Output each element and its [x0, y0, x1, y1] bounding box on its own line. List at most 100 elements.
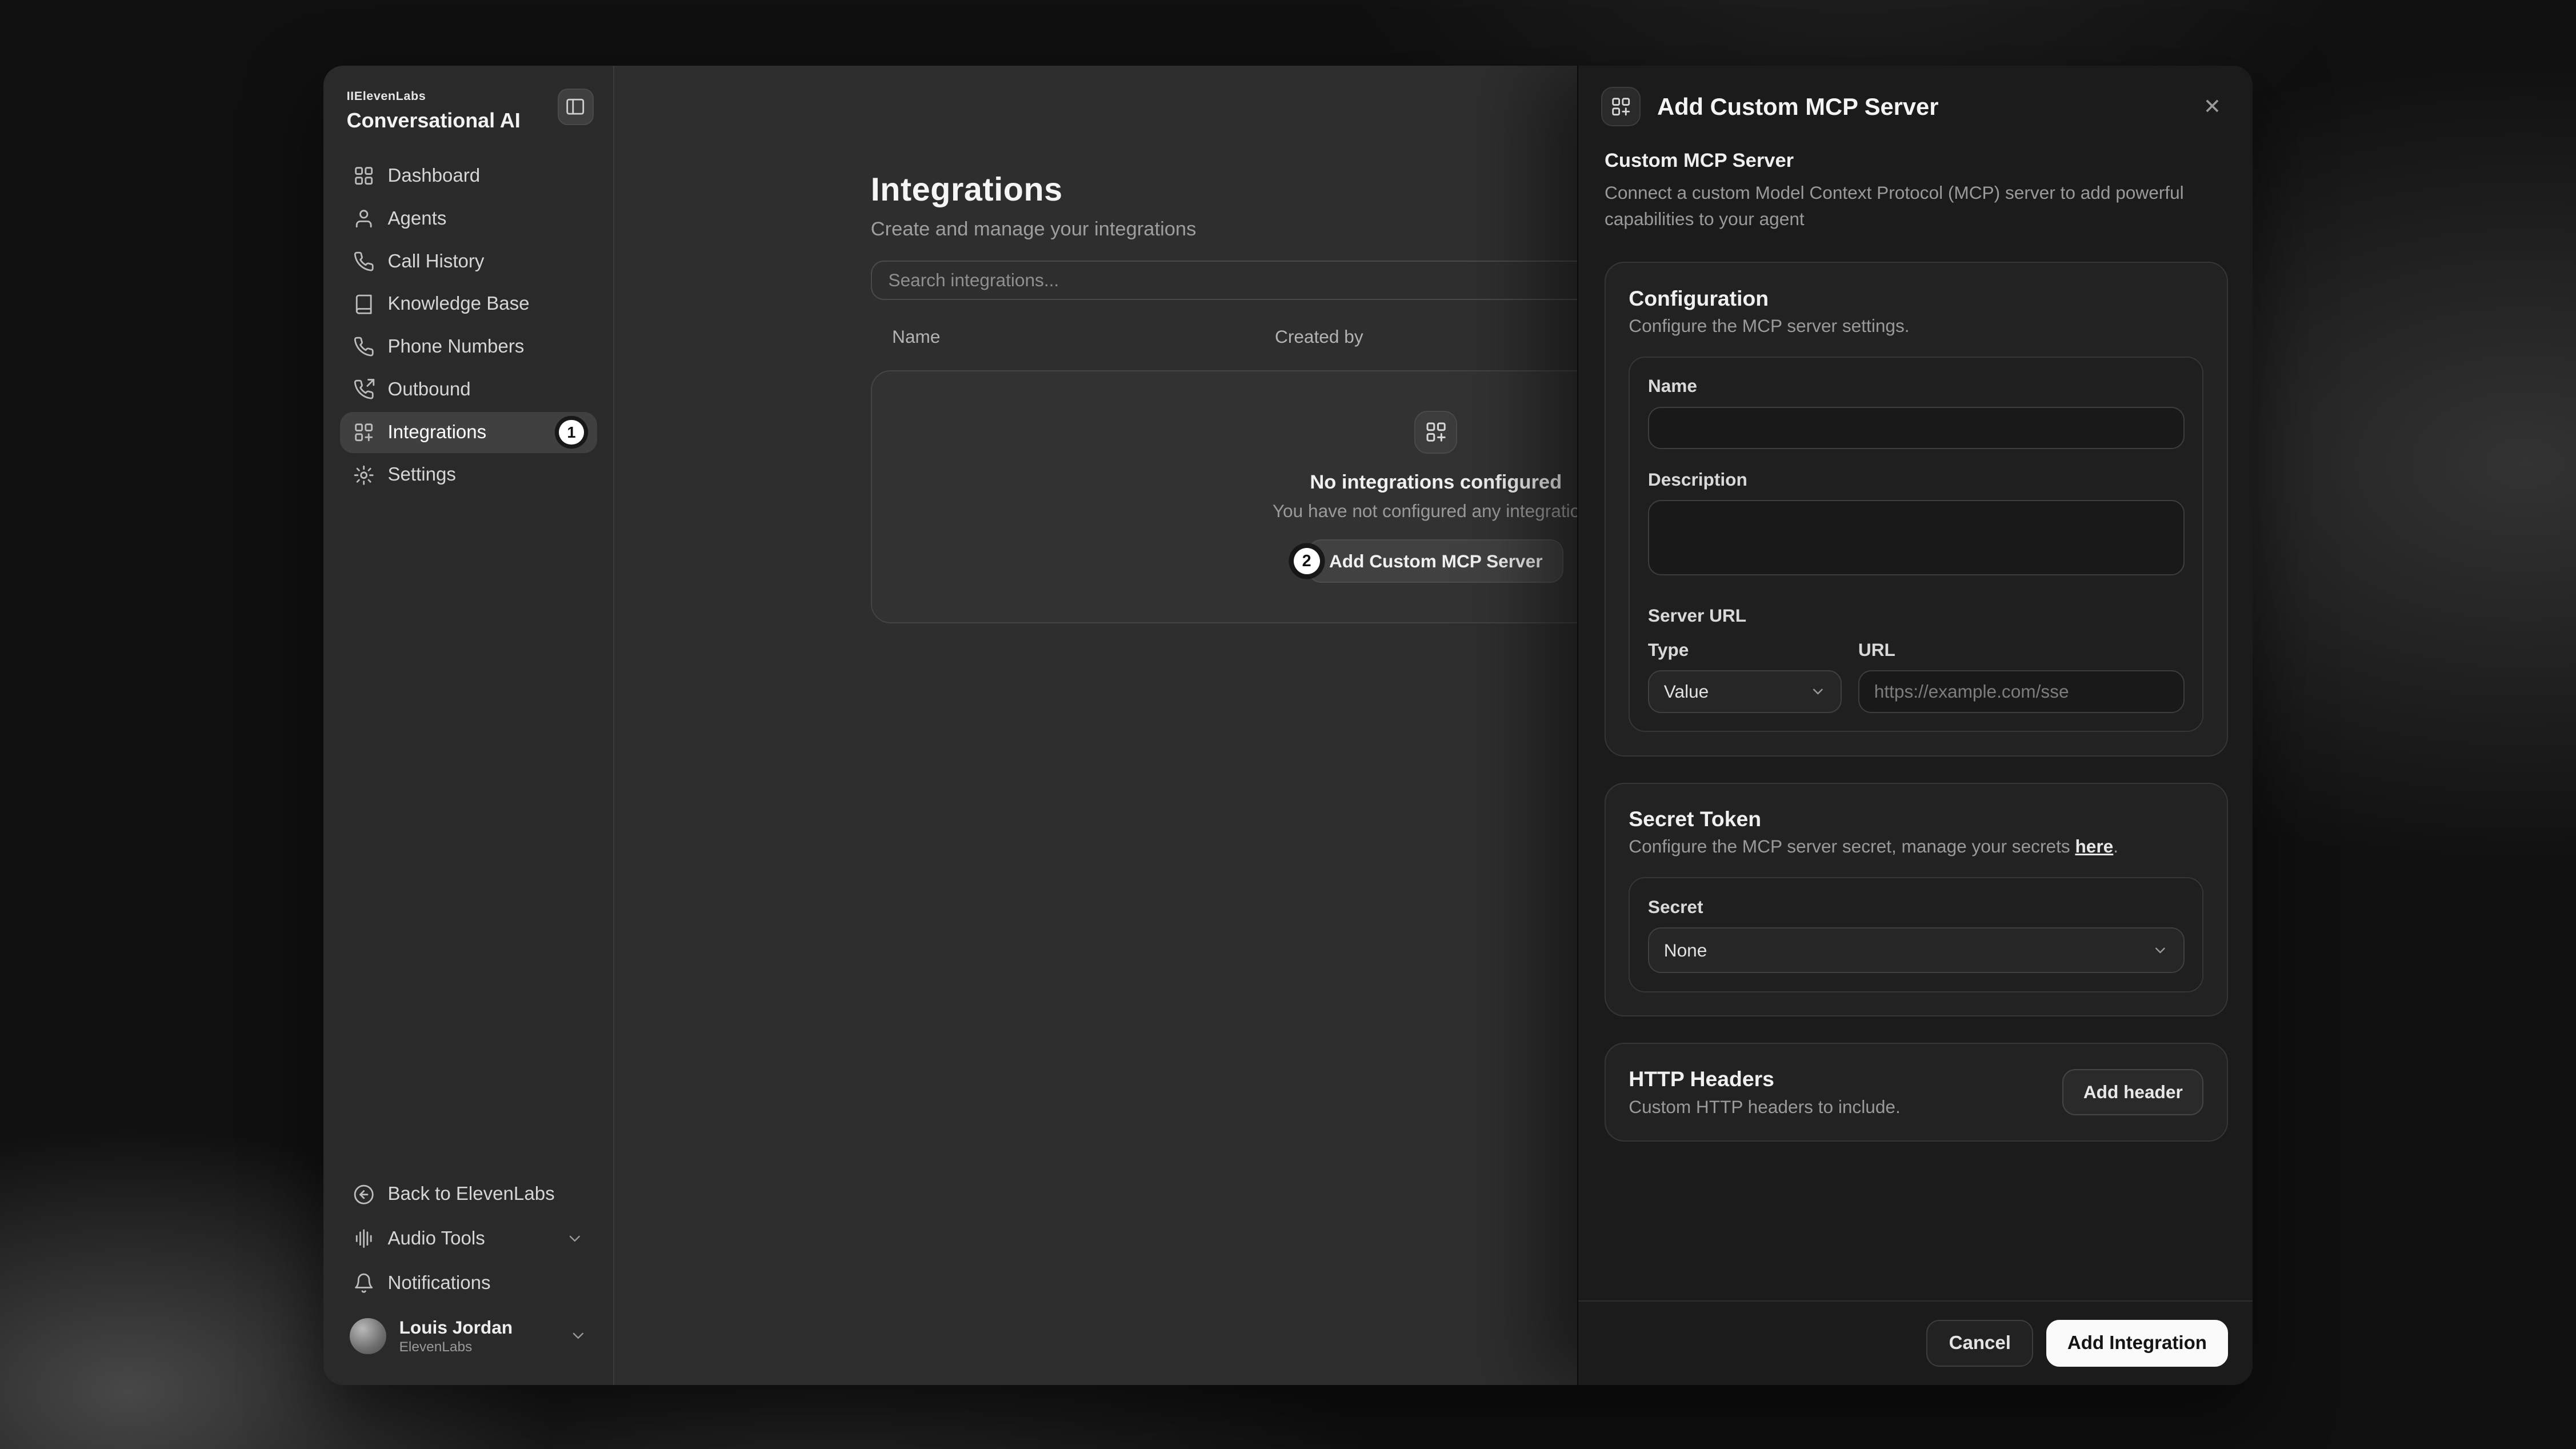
phone-outgoing-icon — [353, 379, 374, 400]
type-select-value: Value — [1664, 681, 1709, 702]
sidebar-item-label: Knowledge Base — [388, 293, 530, 315]
http-headers-card: HTTP Headers Custom HTTP headers to incl… — [1605, 1043, 2228, 1142]
user-menu[interactable]: Louis Jordan ElevenLabs — [340, 1307, 597, 1365]
http-headers-texts: HTTP Headers Custom HTTP headers to incl… — [1629, 1067, 1901, 1118]
back-link-label: Back to ElevenLabs — [388, 1183, 555, 1205]
drawer-header: Add Custom MCP Server ✕ — [1578, 66, 2253, 143]
url-label: URL — [1858, 639, 2185, 661]
panel-toggle-icon — [565, 96, 586, 117]
sidebar-footer: Back to ElevenLabs Audio Tools Notificat… — [340, 1174, 597, 1366]
phone-history-icon — [353, 251, 374, 272]
sidebar-item-knowledge-base[interactable]: Knowledge Base — [340, 283, 597, 325]
secret-token-card: Secret Token Configure the MCP server se… — [1605, 783, 2228, 1017]
chevron-down-icon — [566, 1230, 584, 1248]
sidebar-header: IIElevenLabs Conversational AI — [340, 86, 597, 133]
sidebar-item-outbound[interactable]: Outbound — [340, 369, 597, 410]
configuration-card: Configuration Configure the MCP server s… — [1605, 262, 2228, 756]
step-badge-2: 2 — [1294, 548, 1320, 574]
sidebar: IIElevenLabs Conversational AI Dashboard… — [323, 66, 614, 1385]
notifications-item[interactable]: Notifications — [340, 1263, 597, 1304]
audio-tools-item[interactable]: Audio Tools — [340, 1218, 597, 1259]
audio-tools-label: Audio Tools — [388, 1228, 485, 1250]
secret-select[interactable]: None — [1648, 927, 2185, 974]
type-field: Type Value — [1648, 639, 1842, 713]
server-url-label: Server URL — [1648, 605, 2185, 626]
mcp-server-icon — [1601, 87, 1641, 126]
sidebar-item-call-history[interactable]: Call History — [340, 241, 597, 282]
type-select[interactable]: Value — [1648, 670, 1842, 713]
desktop-background: IIElevenLabs Conversational AI Dashboard… — [0, 0, 2576, 1449]
step-badge-1: 1 — [559, 420, 583, 445]
chevron-down-icon — [2152, 942, 2169, 959]
drawer-footer: Cancel Add Integration — [1578, 1300, 2253, 1385]
user-org: ElevenLabs — [399, 1339, 513, 1355]
notifications-label: Notifications — [388, 1272, 491, 1294]
cancel-button[interactable]: Cancel — [1926, 1320, 2033, 1367]
description-input[interactable] — [1648, 500, 2185, 575]
integrations-empty-icon — [1414, 411, 1457, 454]
arrow-left-circle-icon — [353, 1184, 374, 1205]
secret-label: Secret — [1648, 896, 2185, 918]
configuration-title: Configuration — [1629, 286, 2203, 311]
secret-subtitle-period: . — [2113, 836, 2118, 856]
sidebar-item-dashboard[interactable]: Dashboard — [340, 155, 597, 197]
sidebar-item-agents[interactable]: Agents — [340, 198, 597, 239]
back-to-elevenlabs-link[interactable]: Back to ElevenLabs — [340, 1174, 597, 1215]
main-content: Integrations Create and manage your inte… — [614, 66, 2252, 1385]
server-url-row: Type Value URL — [1648, 639, 2185, 713]
http-headers-title: HTTP Headers — [1629, 1067, 1901, 1091]
brand-block: IIElevenLabs Conversational AI — [347, 89, 521, 133]
book-icon — [353, 294, 374, 315]
secret-token-title: Secret Token — [1629, 807, 2203, 831]
drawer-heading: Custom MCP Server — [1605, 150, 2228, 172]
secret-subtitle-text: Configure the MCP server secret, manage … — [1629, 836, 2075, 856]
description-label: Description — [1648, 469, 2185, 490]
http-headers-subtitle: Custom HTTP headers to include. — [1629, 1096, 1901, 1118]
sidebar-item-label: Dashboard — [388, 165, 481, 187]
phone-icon — [353, 336, 374, 357]
sidebar-item-integrations[interactable]: Integrations 1 — [340, 412, 597, 453]
url-field: URL — [1858, 639, 2185, 713]
app-title: Conversational AI — [347, 109, 521, 133]
add-header-button[interactable]: Add header — [2062, 1069, 2203, 1115]
chevron-down-icon — [1810, 683, 1826, 700]
sidebar-collapse-button[interactable] — [558, 89, 594, 125]
user-info: Louis Jordan ElevenLabs — [399, 1317, 513, 1355]
drawer-intro: Custom MCP Server Connect a custom Model… — [1578, 143, 2253, 249]
secret-fields: Secret None — [1629, 877, 2203, 992]
add-integration-button[interactable]: Add Integration — [2046, 1320, 2227, 1367]
sidebar-item-label: Settings — [388, 464, 456, 486]
dashboard-icon — [353, 165, 374, 186]
sidebar-item-phone-numbers[interactable]: Phone Numbers — [340, 326, 597, 367]
sidebar-item-label: Integrations — [388, 422, 487, 443]
configuration-fields: Name Description Server URL Type Value — [1629, 357, 2203, 732]
manage-secrets-link[interactable]: here — [2075, 836, 2113, 856]
column-header-created-by: Created by — [1275, 326, 1363, 347]
sidebar-item-label: Outbound — [388, 379, 471, 401]
add-custom-mcp-server-button[interactable]: Add Custom MCP Server — [1308, 539, 1563, 583]
drawer-description: Connect a custom Model Context Protocol … — [1605, 180, 2228, 233]
sidebar-spacer — [340, 495, 597, 1174]
elevenlabs-logo: IIElevenLabs — [347, 89, 521, 103]
configuration-subtitle: Configure the MCP server settings. — [1629, 315, 2203, 337]
type-label: Type — [1648, 639, 1842, 661]
column-header-name: Name — [892, 326, 1275, 347]
gear-icon — [353, 465, 374, 486]
user-name: Louis Jordan — [399, 1317, 513, 1339]
sidebar-item-label: Call History — [388, 251, 485, 273]
url-input[interactable] — [1858, 670, 2185, 713]
secret-select-value: None — [1664, 940, 1707, 961]
name-input[interactable] — [1648, 407, 2185, 450]
sidebar-item-settings[interactable]: Settings — [340, 454, 597, 495]
integrations-icon — [353, 422, 374, 443]
chevron-down-icon — [569, 1327, 587, 1345]
add-mcp-server-drawer: Add Custom MCP Server ✕ Custom MCP Serve… — [1577, 66, 2253, 1385]
name-label: Name — [1648, 375, 2185, 397]
secret-token-subtitle: Configure the MCP server secret, manage … — [1629, 836, 2203, 857]
empty-state-subtitle: You have not configured any integrations — [1273, 501, 1599, 522]
sidebar-item-label: Phone Numbers — [388, 336, 525, 358]
user-icon — [353, 208, 374, 229]
waveform-icon — [353, 1228, 374, 1249]
close-icon[interactable]: ✕ — [2197, 90, 2227, 124]
app-window: IIElevenLabs Conversational AI Dashboard… — [323, 66, 2252, 1385]
